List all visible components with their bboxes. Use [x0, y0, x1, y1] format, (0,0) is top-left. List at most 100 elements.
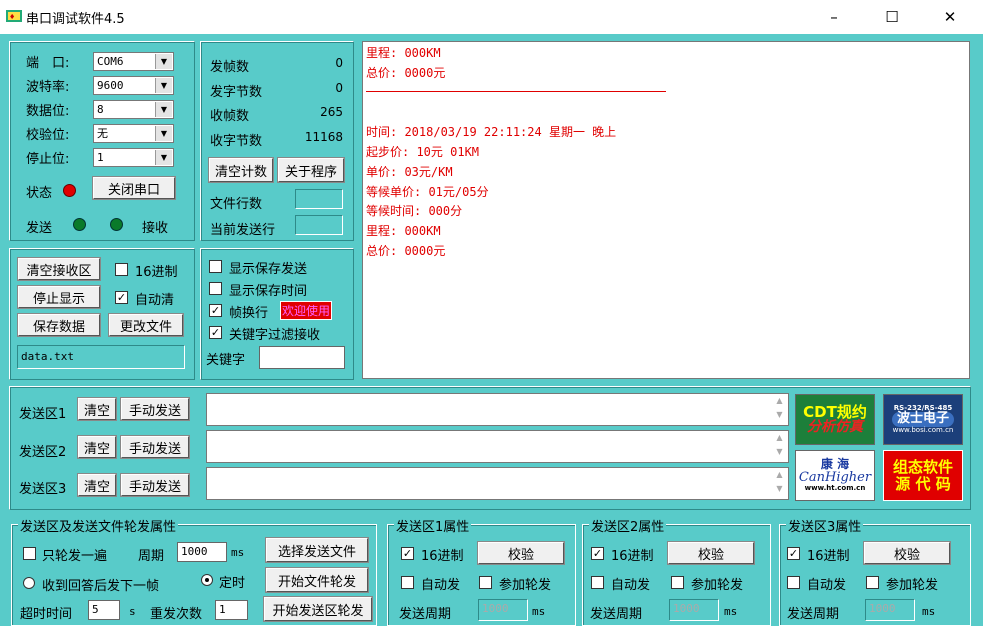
parity-label: 校验位:	[26, 128, 70, 143]
send-area-3-label: 发送区3	[19, 482, 67, 497]
clear-receive-button[interactable]: 清空接收区	[17, 257, 101, 281]
sa2-join-rotation-checkbox[interactable]	[671, 576, 684, 589]
cdt-ad-banner[interactable]: CDT规约 分析仿真	[795, 394, 875, 445]
reply-next-radio[interactable]	[23, 577, 35, 589]
chevron-down-icon[interactable]: ▼	[155, 150, 172, 165]
keyword-filter-checkbox[interactable]: ✓	[209, 326, 222, 339]
stop-display-button[interactable]: 停止显示	[17, 285, 101, 309]
recv-line: 总价: 0000元	[366, 65, 446, 80]
frame-newline-label: 帧换行	[229, 306, 269, 321]
recv-indicator-label: 接收	[142, 221, 169, 236]
send-area-2-props-title: 发送区2属性	[589, 516, 667, 535]
sa1-hex16-checkbox[interactable]: ✓	[401, 547, 414, 560]
receive-text-area[interactable]: 里程: 000KM 总价: 0000元 时间: 2018/03/19 22:11…	[362, 41, 970, 379]
sa3-check-button[interactable]: 校验	[863, 541, 951, 565]
tx-frames-value: 0	[335, 56, 343, 70]
sa1-auto-send-label: 自动发	[421, 578, 461, 593]
sa1-join-rotation-checkbox[interactable]	[479, 576, 492, 589]
period-input[interactable]: 1000	[177, 542, 227, 562]
sa3-join-rotation-checkbox[interactable]	[866, 576, 879, 589]
sa1-period-unit: ms	[532, 605, 546, 618]
send-area-3-clear-button[interactable]: 清空	[77, 473, 117, 497]
sa1-auto-send-checkbox[interactable]	[401, 576, 414, 589]
sa2-check-button[interactable]: 校验	[667, 541, 755, 565]
canhigher-ad-banner[interactable]: 康 海 CanHigher www.ht.com.cn	[795, 450, 875, 501]
frame-newline-checkbox[interactable]: ✓	[209, 304, 222, 317]
show-save-time-checkbox[interactable]	[209, 282, 222, 295]
send-area-2-input[interactable]: ▲ ▼	[206, 430, 789, 463]
send-area-1-clear-button[interactable]: 清空	[77, 397, 117, 421]
close-port-button[interactable]: 关闭串口	[92, 176, 176, 200]
save-data-button[interactable]: 保存数据	[17, 313, 101, 337]
chevron-down-icon[interactable]: ▼	[155, 78, 172, 93]
about-button[interactable]: 关于程序	[277, 157, 345, 183]
select-send-file-button[interactable]: 选择发送文件	[265, 537, 369, 563]
send-area-1-send-button[interactable]: 手动发送	[120, 397, 190, 421]
scrollbar[interactable]: ▲ ▼	[771, 468, 788, 499]
sa3-auto-send-checkbox[interactable]	[787, 576, 800, 589]
parity-select[interactable]: 无 ▼	[93, 124, 174, 143]
resend-label: 重发次数	[150, 607, 203, 622]
databits-select[interactable]: 8 ▼	[93, 100, 174, 119]
keyword-input[interactable]	[259, 346, 345, 369]
send-area-2-label: 发送区2	[19, 445, 67, 460]
change-file-button[interactable]: 更改文件	[108, 313, 184, 337]
bosi-ad-banner[interactable]: RS-232/RS-485 波士电子 www.bosi.com.cn	[883, 394, 963, 445]
status-led-icon	[63, 184, 76, 197]
chevron-down-icon[interactable]: ▼	[155, 102, 172, 117]
chevron-down-icon[interactable]: ▼	[155, 54, 172, 69]
start-area-rotation-button[interactable]: 开始发送区轮发	[263, 596, 373, 622]
send-area-2-send-button[interactable]: 手动发送	[120, 435, 190, 459]
send-area-3-props-title: 发送区3属性	[786, 516, 864, 535]
sa1-check-button[interactable]: 校验	[477, 541, 565, 565]
bosi-ad-line3: www.bosi.com.cn	[892, 425, 954, 434]
port-value: COM6	[97, 55, 124, 68]
show-save-send-checkbox[interactable]	[209, 260, 222, 273]
sa3-hex16-checkbox[interactable]: ✓	[787, 547, 800, 560]
port-select[interactable]: COM6 ▼	[93, 52, 174, 71]
sa2-hex16-checkbox[interactable]: ✓	[591, 547, 604, 560]
sa2-period-input[interactable]: 1000	[669, 599, 719, 621]
timed-radio[interactable]	[201, 574, 213, 586]
chevron-down-icon[interactable]: ▼	[155, 126, 172, 141]
baud-label: 波特率:	[26, 80, 70, 95]
rx-bytes-label: 收字节数	[210, 134, 263, 149]
sa1-period-input[interactable]: 1000	[478, 599, 528, 621]
sa3-period-input[interactable]: 1000	[865, 599, 915, 621]
recv-led-icon	[110, 218, 123, 231]
svg-text:♦: ♦	[9, 13, 15, 21]
port-label: 端 口:	[26, 56, 70, 71]
file-lines-field	[295, 189, 343, 209]
stopbits-select[interactable]: 1 ▼	[93, 148, 174, 167]
recv-line: 等候时间: 000分	[366, 204, 463, 219]
clear-count-button[interactable]: 清空计数	[208, 157, 274, 183]
start-file-rotation-button[interactable]: 开始文件轮发	[265, 567, 369, 593]
send-area-1-input[interactable]: ▲ ▼	[206, 393, 789, 426]
sa3-hex16-label: 16进制	[807, 549, 850, 564]
auto-clear-checkbox[interactable]: ✓	[115, 291, 128, 304]
baud-select[interactable]: 9600 ▼	[93, 76, 174, 95]
current-line-field	[295, 215, 343, 235]
timeout-input[interactable]: 5	[88, 600, 120, 620]
send-area-3-send-button[interactable]: 手动发送	[120, 473, 190, 497]
cdt-ad-line2: 分析仿真	[807, 419, 863, 436]
send-area-2-clear-button[interactable]: 清空	[77, 435, 117, 459]
resend-input[interactable]: 1	[215, 600, 248, 620]
maximize-button[interactable]: ☐	[864, 0, 920, 34]
scrollbar[interactable]: ▲ ▼	[771, 394, 788, 425]
stats-panel: 发帧数 0 发字节数 0 收帧数 265 收字节数 11168 清空计数 关于程…	[200, 41, 354, 241]
send-area-3-input[interactable]: ▲ ▼	[206, 467, 789, 500]
keyword-filter-label: 关键字过滤接收	[229, 328, 321, 343]
config-software-ad-banner[interactable]: 组态软件 源 代 码	[883, 450, 963, 501]
minimize-button[interactable]: –	[806, 0, 862, 34]
stopbits-label: 停止位:	[26, 152, 70, 167]
reply-next-label: 收到回答后发下一帧	[42, 579, 160, 594]
hex16-receive-checkbox[interactable]	[115, 263, 128, 276]
scrollbar[interactable]: ▲ ▼	[771, 431, 788, 462]
send-once-checkbox[interactable]	[23, 547, 36, 560]
show-save-send-label: 显示保存发送	[229, 262, 308, 277]
close-window-button[interactable]: ✕	[922, 0, 978, 34]
filename-field[interactable]: data.txt	[17, 345, 185, 369]
current-line-label: 当前发送行	[210, 223, 276, 238]
sa2-auto-send-checkbox[interactable]	[591, 576, 604, 589]
